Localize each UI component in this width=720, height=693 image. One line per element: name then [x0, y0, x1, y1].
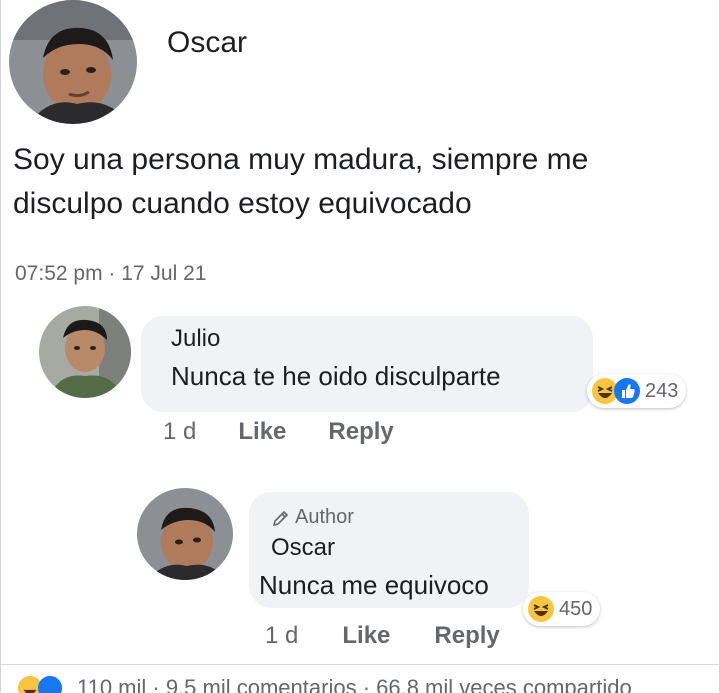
- reply-actions: 1 d Like Reply: [265, 622, 544, 650]
- post-stats-text[interactable]: 110 mil · 9,5 mil comentarios · 66,8 mil…: [77, 675, 632, 693]
- like-button[interactable]: Like: [342, 622, 390, 650]
- comment-time: 1 d: [163, 418, 197, 445]
- reply-author-name[interactable]: Oscar: [271, 534, 335, 562]
- author-badge-label: Author: [295, 506, 354, 528]
- post-timestamp: 07:52 pm · 17 Jul 21: [15, 262, 207, 285]
- reply-reactions[interactable]: 450: [523, 592, 601, 626]
- post-text: Soy una persona muy madura, siempre me d…: [13, 143, 589, 220]
- author-badge: Author: [271, 506, 354, 529]
- reaction-count: 450: [559, 597, 593, 620]
- reply-author-avatar[interactable]: [137, 488, 233, 580]
- comment-bubble[interactable]: Julio Nunca te he oido disculparte: [141, 316, 593, 412]
- reply-button[interactable]: Reply: [434, 622, 499, 650]
- comment-reactions[interactable]: 243: [587, 374, 687, 408]
- pencil-icon: [272, 510, 289, 526]
- post-stats-bar: 110 mil · 9,5 mil comentarios · 66,8 mil…: [1, 664, 720, 693]
- reply-bubble[interactable]: Author Oscar Nunca me equivoco: [249, 492, 529, 608]
- reply-text: Nunca me equivoco: [259, 570, 489, 600]
- reaction-count: 243: [645, 379, 679, 402]
- post-author-avatar[interactable]: [9, 0, 137, 124]
- post-author-name[interactable]: Oscar: [167, 26, 247, 60]
- post-card: Oscar Soy una persona muy madura, siempr…: [0, 0, 720, 693]
- comment-actions: 1 d Like Reply: [163, 418, 436, 446]
- comment-text: Nunca te he oido disculparte: [171, 361, 501, 391]
- reply-time: 1 d: [265, 622, 299, 649]
- commenter-name[interactable]: Julio: [171, 325, 220, 353]
- like-icon: [37, 675, 63, 693]
- reply-button[interactable]: Reply: [328, 418, 393, 446]
- like-button[interactable]: Like: [238, 418, 286, 446]
- like-icon: [613, 377, 641, 405]
- haha-icon: [527, 595, 555, 623]
- commenter-avatar[interactable]: [39, 306, 131, 398]
